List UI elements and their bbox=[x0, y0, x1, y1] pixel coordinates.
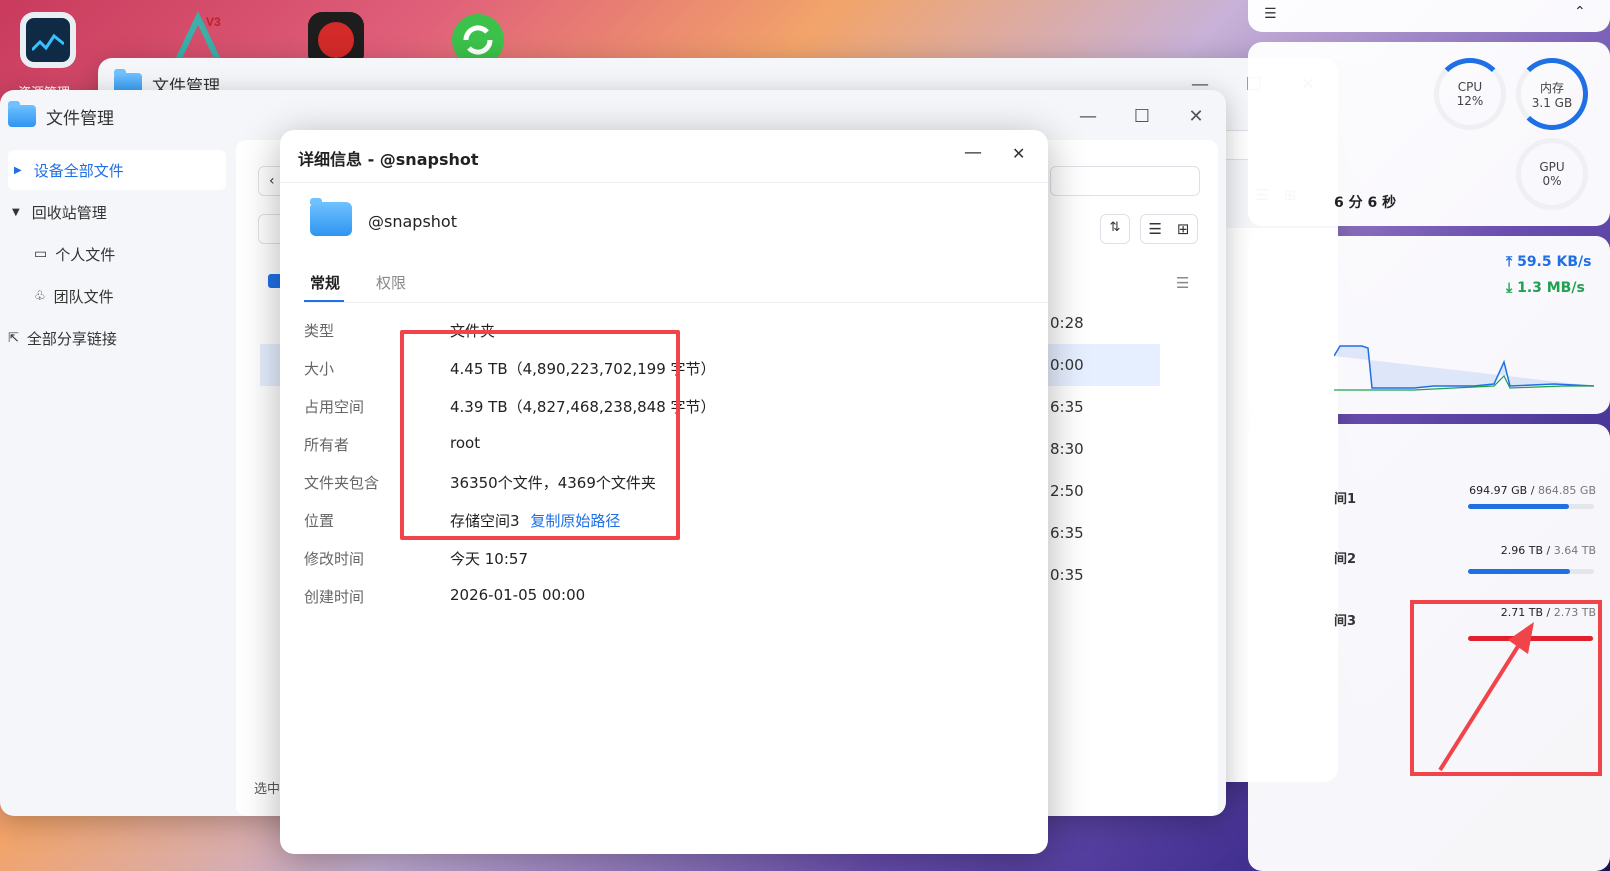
folder-icon bbox=[8, 101, 36, 127]
filter-icon[interactable]: ☰ bbox=[1264, 6, 1277, 22]
caret-right-icon: ▶ bbox=[14, 164, 22, 176]
dialog-header-divider bbox=[280, 182, 1048, 183]
column-settings-icon[interactable]: ☰ bbox=[1176, 274, 1189, 292]
time-cell: 8:30 bbox=[1050, 440, 1084, 458]
download-speed: ⤓ 1.3 MB/s bbox=[1506, 280, 1585, 296]
minimize-icon[interactable]: — bbox=[1074, 106, 1102, 127]
time-cell: 2:50 bbox=[1050, 482, 1084, 500]
upload-arrow-icon: ⤒ bbox=[1506, 254, 1513, 270]
gpu-value: 0% bbox=[1542, 174, 1562, 188]
storage-bar bbox=[1468, 569, 1594, 574]
activity-monitor-icon[interactable] bbox=[20, 12, 76, 68]
network-widget: ⤒ 59.5 KB/s ⤓ 1.3 MB/s bbox=[1248, 236, 1610, 414]
storage-name: 间3 bbox=[1334, 614, 1357, 629]
tab-general[interactable]: 常规 bbox=[310, 272, 340, 293]
sort-button[interactable]: ⇅ bbox=[1100, 214, 1130, 244]
time-cell: 0:28 bbox=[1050, 314, 1084, 332]
sidebar-item-label: 个人文件 bbox=[55, 245, 116, 264]
close-icon[interactable]: ✕ bbox=[1012, 144, 1025, 163]
cpu-value: 12% bbox=[1456, 94, 1484, 108]
share-link-icon: ⇱ bbox=[8, 330, 19, 346]
annotation-highlight-box bbox=[400, 330, 680, 540]
sidebar-item-team-files[interactable]: ♧ 团队文件 bbox=[8, 276, 226, 316]
storage-name: 间2 bbox=[1334, 552, 1357, 567]
view-toggle[interactable]: ☰ ⊞ bbox=[1140, 214, 1198, 244]
widget-toolbar: ☰ ⌃ bbox=[1248, 0, 1610, 32]
path-bar[interactable] bbox=[1050, 166, 1200, 196]
window-title: 文件管理 bbox=[46, 108, 114, 129]
sidebar-item-all-files[interactable]: ▶ 设备全部文件 bbox=[8, 150, 226, 190]
network-chart bbox=[1334, 345, 1594, 391]
time-cell: 6:35 bbox=[1050, 524, 1084, 542]
cpu-label: CPU bbox=[1457, 80, 1483, 94]
gpu-gauge: GPU 0% bbox=[1516, 138, 1588, 210]
uptime-text: 6 分 6 秒 bbox=[1334, 195, 1397, 211]
folder-outline-icon: ▭ bbox=[34, 246, 48, 262]
status-bar-text: 选中 bbox=[254, 782, 281, 797]
v3-app-icon[interactable]: V3 bbox=[168, 10, 228, 63]
sidebar-item-label: 设备全部文件 bbox=[33, 161, 124, 180]
team-icon: ♧ bbox=[34, 288, 46, 304]
tab-divider bbox=[304, 302, 1048, 303]
details-dialog[interactable]: 详细信息 - @snapshot — ✕ @snapshot 常规 权限 类型文… bbox=[280, 130, 1048, 854]
sidebar-item-label: 回收站管理 bbox=[31, 203, 107, 222]
upload-speed: ⤒ 59.5 KB/s bbox=[1506, 254, 1592, 270]
storage-bar bbox=[1468, 504, 1594, 509]
storage-usage-text: 694.97 GB / 864.85 GB bbox=[1469, 484, 1596, 497]
close-icon[interactable]: ✕ bbox=[1182, 106, 1210, 127]
system-monitor-widget: CPU 12% 内存 3.1 GB GPU 0% 6 分 6 秒 bbox=[1248, 42, 1610, 226]
annotation-arrow-icon bbox=[1438, 622, 1534, 772]
memory-gauge: 内存 3.1 GB bbox=[1516, 58, 1588, 130]
folder-icon bbox=[310, 198, 352, 236]
gpu-label: GPU bbox=[1539, 160, 1565, 174]
sidebar-item-label: 全部分享链接 bbox=[26, 329, 117, 348]
tab-permissions[interactable]: 权限 bbox=[376, 272, 406, 293]
sidebar-item-recycle-bin[interactable]: ▼ 回收站管理 bbox=[8, 192, 226, 232]
storage-bar-fill bbox=[1468, 569, 1571, 574]
folder-name: @snapshot bbox=[368, 212, 457, 231]
svg-text:V3: V3 bbox=[206, 15, 221, 29]
dialog-title: 详细信息 - @snapshot bbox=[298, 150, 479, 169]
sidebar-item-personal-files[interactable]: ▭ 个人文件 bbox=[8, 234, 226, 274]
storage-bar-fill bbox=[1468, 504, 1569, 509]
download-arrow-icon: ⤓ bbox=[1506, 280, 1513, 296]
collapse-icon[interactable]: ⌃ bbox=[1574, 4, 1586, 20]
time-cell: 6:35 bbox=[1050, 398, 1084, 416]
memory-label: 内存 bbox=[1539, 80, 1564, 95]
minimize-icon[interactable]: — bbox=[964, 142, 982, 163]
caret-down-icon: ▼ bbox=[12, 206, 20, 218]
grid-view-icon[interactable]: ⊞ bbox=[1177, 220, 1190, 238]
storage-name: 间1 bbox=[1334, 492, 1357, 507]
sidebar-item-share-links[interactable]: ⇱ 全部分享链接 bbox=[8, 318, 226, 358]
sidebar-item-label: 团队文件 bbox=[53, 287, 114, 306]
time-cell: 0:35 bbox=[1050, 566, 1084, 584]
time-cell: 0:00 bbox=[1050, 356, 1084, 374]
storage-usage-text: 2.96 TB / 3.64 TB bbox=[1500, 544, 1596, 557]
cpu-gauge: CPU 12% bbox=[1434, 58, 1506, 130]
memory-value: 3.1 GB bbox=[1531, 95, 1573, 110]
list-view-icon[interactable]: ☰ bbox=[1148, 220, 1161, 238]
maximize-icon[interactable]: ☐ bbox=[1128, 106, 1156, 127]
